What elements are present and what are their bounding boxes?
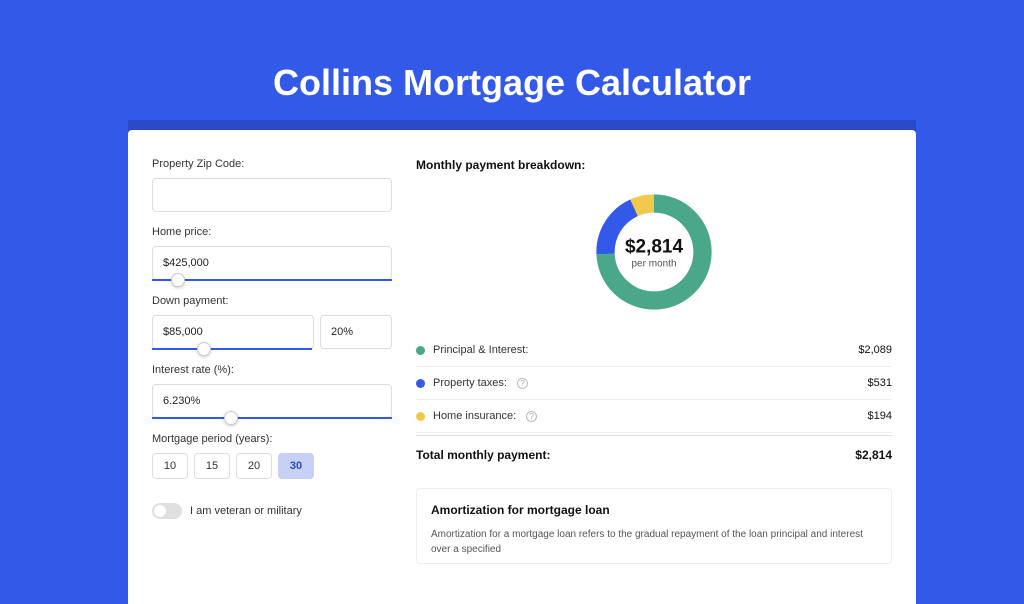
- amortization-box: Amortization for mortgage loan Amortizat…: [416, 488, 892, 564]
- donut-sub: per month: [625, 259, 683, 270]
- legend-row-principal: Principal & Interest: $2,089: [416, 334, 892, 367]
- interest-label: Interest rate (%):: [152, 364, 392, 376]
- interest-input[interactable]: [152, 384, 392, 418]
- donut-amount: $2,814: [625, 237, 683, 259]
- period-btn-10[interactable]: 10: [152, 453, 188, 479]
- legend-row-insurance: Home insurance: ? $194: [416, 400, 892, 433]
- interest-slider[interactable]: [152, 417, 392, 419]
- help-icon[interactable]: ?: [526, 411, 537, 422]
- donut-chart: $2,814 per month: [416, 172, 892, 334]
- page-title: Collins Mortgage Calculator: [0, 0, 1024, 104]
- slider-thumb[interactable]: [171, 273, 185, 287]
- zip-input[interactable]: [152, 178, 392, 212]
- legend-value: $531: [868, 377, 892, 389]
- donut-center: $2,814 per month: [625, 237, 683, 270]
- slider-thumb[interactable]: [224, 411, 238, 425]
- veteran-label: I am veteran or military: [190, 505, 302, 517]
- down-payment-pct-input[interactable]: [320, 315, 392, 349]
- legend-dot: [416, 379, 425, 388]
- period-options: 10 15 20 30: [152, 453, 392, 479]
- home-price-slider[interactable]: [152, 279, 392, 281]
- legend-dot: [416, 412, 425, 421]
- home-price-label: Home price:: [152, 226, 392, 238]
- period-label: Mortgage period (years):: [152, 433, 392, 445]
- legend-label: Property taxes:: [433, 377, 507, 389]
- breakdown-title: Monthly payment breakdown:: [416, 158, 892, 172]
- zip-label: Property Zip Code:: [152, 158, 392, 170]
- legend-label: Principal & Interest:: [433, 344, 528, 356]
- breakdown-panel: Monthly payment breakdown: $2,814 per mo…: [416, 158, 892, 564]
- period-btn-30[interactable]: 30: [278, 453, 314, 479]
- legend-row-taxes: Property taxes: ? $531: [416, 367, 892, 400]
- total-value: $2,814: [855, 448, 892, 462]
- down-payment-slider[interactable]: [152, 348, 312, 350]
- period-btn-20[interactable]: 20: [236, 453, 272, 479]
- legend-value: $2,089: [858, 344, 892, 356]
- slider-thumb[interactable]: [197, 342, 211, 356]
- amortization-text: Amortization for a mortgage loan refers …: [431, 527, 877, 557]
- veteran-toggle[interactable]: [152, 503, 182, 519]
- help-icon[interactable]: ?: [517, 378, 528, 389]
- legend-value: $194: [868, 410, 892, 422]
- total-row: Total monthly payment: $2,814: [416, 435, 892, 474]
- period-btn-15[interactable]: 15: [194, 453, 230, 479]
- amortization-title: Amortization for mortgage loan: [431, 503, 877, 517]
- legend-dot: [416, 346, 425, 355]
- legend-label: Home insurance:: [433, 410, 516, 422]
- home-price-input[interactable]: [152, 246, 392, 280]
- calculator-card: Property Zip Code: Home price: Down paym…: [128, 130, 916, 604]
- input-panel: Property Zip Code: Home price: Down paym…: [152, 158, 392, 564]
- total-label: Total monthly payment:: [416, 448, 550, 462]
- down-payment-label: Down payment:: [152, 295, 392, 307]
- down-payment-input[interactable]: [152, 315, 314, 349]
